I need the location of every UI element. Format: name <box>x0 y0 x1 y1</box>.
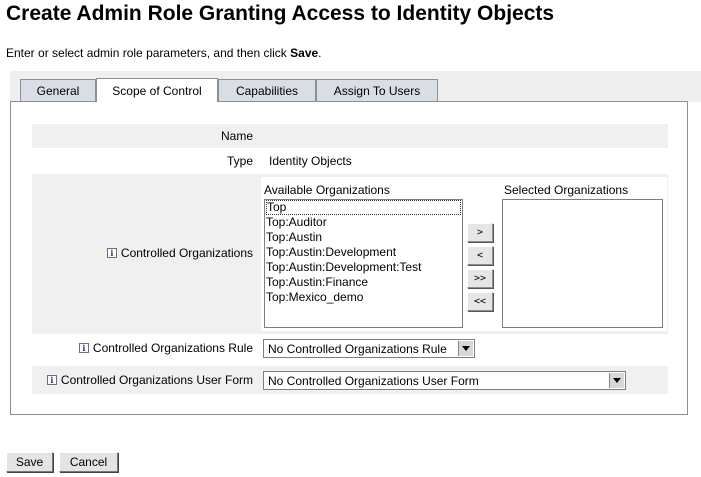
tab-capabilities[interactable]: Capabilities <box>218 79 316 101</box>
controlled-organizations-user-form-label: i Controlled Organizations User Form <box>46 373 253 387</box>
info-icon[interactable]: i <box>106 248 117 258</box>
instruction-text: Enter or select admin role parameters, a… <box>6 46 322 60</box>
chevron-down-icon[interactable] <box>458 341 473 356</box>
controlled-organizations-rule-label-text: Controlled Organizations Rule <box>92 341 253 355</box>
list-item[interactable]: Top <box>266 200 461 215</box>
instruction-prefix: Enter or select admin role parameters, a… <box>6 46 291 60</box>
type-label: Type <box>226 154 253 168</box>
add-all-button[interactable]: >> <box>467 269 493 288</box>
add-selected-button[interactable]: > <box>467 223 493 242</box>
controlled-organizations-row: i Controlled Organizations Available Org… <box>32 174 668 334</box>
scope-of-control-panel: Name Type Identity Objects i Controlled … <box>10 101 688 415</box>
list-item[interactable]: Top:Mexico_demo <box>265 290 462 305</box>
info-icon[interactable]: i <box>78 343 89 353</box>
organizations-picker: Available Organizations Top Top:Auditor … <box>261 177 667 331</box>
name-row: Name <box>32 124 668 148</box>
controlled-organizations-user-form-label-text: Controlled Organizations User Form <box>60 373 253 387</box>
tab-scope-of-control[interactable]: Scope of Control <box>96 78 218 102</box>
selected-organizations-list[interactable] <box>502 199 663 328</box>
list-item[interactable]: Top:Austin:Finance <box>265 275 462 290</box>
remove-all-button[interactable]: << <box>467 292 493 311</box>
available-organizations-list[interactable]: Top Top:Auditor Top:Austin Top:Austin:De… <box>264 199 463 328</box>
info-icon[interactable]: i <box>46 375 57 385</box>
cancel-button[interactable]: Cancel <box>59 452 118 472</box>
tab-general[interactable]: General <box>20 79 96 101</box>
type-row: Type Identity Objects <box>32 150 668 172</box>
tab-bar: General Scope of Control Capabilities As… <box>10 71 701 102</box>
controlled-organizations-rule-select[interactable]: No Controlled Organizations Rule <box>263 339 475 358</box>
save-button[interactable]: Save <box>6 452 53 472</box>
remove-selected-button[interactable]: < <box>467 246 493 265</box>
controlled-organizations-label: i Controlled Organizations <box>106 246 253 260</box>
list-item[interactable]: Top:Austin:Development:Test <box>265 260 462 275</box>
controlled-organizations-rule-row: i Controlled Organizations Rule No Contr… <box>32 337 668 361</box>
name-label: Name <box>220 129 253 143</box>
controlled-organizations-rule-value: No Controlled Organizations Rule <box>268 341 447 356</box>
controlled-organizations-label-text: Controlled Organizations <box>120 246 253 260</box>
instruction-suffix: . <box>318 46 322 60</box>
instruction-save-word: Save <box>290 46 319 60</box>
page-title: Create Admin Role Granting Access to Ide… <box>6 2 555 25</box>
controlled-organizations-user-form-row: i Controlled Organizations User Form No … <box>32 366 668 394</box>
controlled-organizations-user-form-value: No Controlled Organizations User Form <box>268 373 479 388</box>
available-organizations-caption: Available Organizations <box>264 183 390 197</box>
list-item[interactable]: Top:Auditor <box>265 215 462 230</box>
chevron-down-icon[interactable] <box>609 373 624 388</box>
selected-organizations-caption: Selected Organizations <box>504 183 629 197</box>
tab-assign-to-users[interactable]: Assign To Users <box>316 79 438 101</box>
controlled-organizations-user-form-select[interactable]: No Controlled Organizations User Form <box>263 371 626 390</box>
controlled-organizations-rule-label: i Controlled Organizations Rule <box>78 341 253 355</box>
list-item[interactable]: Top:Austin:Development <box>265 245 462 260</box>
type-value: Identity Objects <box>269 154 352 168</box>
list-item[interactable]: Top:Austin <box>265 230 462 245</box>
